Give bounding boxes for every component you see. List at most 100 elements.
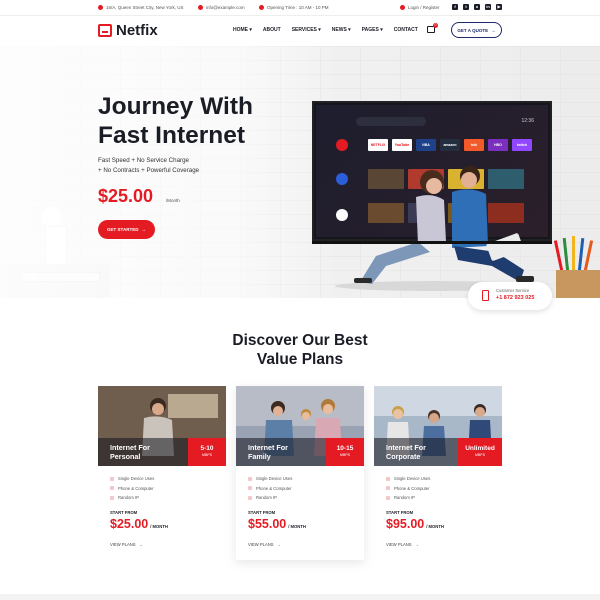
feature-item: Single Device Uses: [110, 474, 154, 484]
customer-service-phone[interactable]: +1 872 923 025: [496, 295, 534, 301]
plan-card-personal: Internet For Personal 5-10 MBPS Single D…: [98, 386, 226, 556]
facebook-icon[interactable]: f: [452, 4, 458, 10]
speed-badge: 10-15 MBPS: [326, 438, 364, 466]
address-text: 16/A, Queen Street City, New York, US: [106, 5, 184, 10]
linkedin-icon[interactable]: in: [485, 4, 491, 10]
check-icon: [386, 495, 390, 500]
arrow-right-icon: →: [491, 27, 496, 33]
email-item[interactable]: info@example.com: [198, 5, 245, 10]
menu-item-news[interactable]: NEWS ▾: [332, 27, 351, 33]
login-item[interactable]: Login / Register: [400, 5, 440, 10]
get-started-label: GET STARTED: [107, 227, 139, 232]
get-started-button[interactable]: GET STARTED →: [98, 220, 155, 239]
twitter-icon[interactable]: t: [463, 4, 469, 10]
customer-service-card[interactable]: Customer Service +1 872 923 025: [468, 282, 552, 310]
hero-subtitle: Fast Speed + No Service Charge + No Cont…: [98, 157, 200, 174]
menu-item-contact[interactable]: CONTACT: [394, 27, 418, 33]
plan-price: $95.00: [386, 517, 425, 531]
plan-price-row: $95.00 / MONTH: [386, 517, 444, 531]
plan-name: Internet For Personal: [110, 443, 150, 461]
feature-list: Single Device Uses Phone & Computer Rand…: [248, 474, 292, 503]
phone-icon: [482, 290, 489, 301]
tv-search-bar: [356, 117, 426, 126]
plan-period: / MONTH: [426, 524, 444, 529]
feature-item: Random IP: [386, 493, 430, 503]
tv-time: 12:36: [521, 118, 534, 124]
hours-item: Opening Time : 10 AM - 10 PM: [259, 5, 329, 10]
hero-price-unit: /Month: [166, 198, 180, 203]
menu-item-services[interactable]: SERVICES ▾: [292, 27, 321, 33]
menu-item-pages[interactable]: PAGES ▾: [362, 27, 383, 33]
plan-price: $25.00: [110, 517, 149, 531]
cart-badge: 0: [433, 23, 438, 28]
plan-name: Internet For Family: [248, 443, 288, 461]
get-quote-label: GET A QUOTE: [457, 27, 489, 33]
hours-text: Opening Time : 10 AM - 10 PM: [267, 5, 329, 10]
view-plans-link[interactable]: VIEW PLANS →: [110, 542, 143, 547]
logo-text: Netfix: [116, 22, 158, 39]
mail-icon: [198, 5, 203, 10]
menu: HOME ▾ ABOUT SERVICES ▾ NEWS ▾ PAGES ▾ C…: [233, 27, 418, 33]
feature-item: Phone & Computer: [110, 484, 154, 494]
plan-period: / MONTH: [150, 524, 168, 529]
plan-price-row: $25.00 / MONTH: [110, 517, 168, 531]
feature-item: Random IP: [248, 493, 292, 503]
hero-title: Journey With Fast Internet: [98, 93, 253, 149]
plans-title: Discover Our Best Value Plans: [232, 332, 368, 368]
speed-badge: Unlimited MBPS: [458, 438, 502, 466]
pencil-cup-decor: [553, 236, 600, 298]
plan-period: / MONTH: [288, 524, 306, 529]
check-icon: [248, 495, 252, 500]
check-icon: [110, 486, 114, 491]
email-text[interactable]: info@example.com: [206, 5, 245, 10]
feature-item: Phone & Computer: [248, 484, 292, 494]
router-logo-icon: [98, 24, 112, 37]
clock-icon: [259, 5, 264, 10]
cart-icon[interactable]: 0: [427, 23, 438, 33]
feature-list: Single Device Uses Phone & Computer Rand…: [110, 474, 154, 503]
couple-photo: [335, 166, 535, 291]
start-from-label: START FROM: [110, 510, 138, 515]
check-icon: [110, 495, 114, 500]
get-quote-button[interactable]: GET A QUOTE →: [451, 22, 502, 38]
main-nav: Netfix HOME ▾ ABOUT SERVICES ▾ NEWS ▾ PA…: [0, 16, 600, 46]
user-icon: [400, 5, 405, 10]
plan-name: Internet For Corporate: [386, 443, 426, 461]
address-item: 16/A, Queen Street City, New York, US: [98, 5, 183, 10]
login-link[interactable]: Login / Register: [408, 5, 440, 10]
arrow-right-icon: →: [141, 227, 146, 232]
menu-item-home[interactable]: HOME ▾: [233, 27, 252, 33]
hero: Journey With Fast Internet Fast Speed + …: [0, 46, 600, 298]
feature-list: Single Device Uses Phone & Computer Rand…: [386, 474, 430, 503]
logo[interactable]: Netfix: [98, 22, 158, 39]
arrow-right-icon: →: [276, 542, 281, 547]
location-icon: [98, 5, 103, 10]
view-plans-link[interactable]: VIEW PLANS →: [386, 542, 419, 547]
customer-service-label: Customer Service: [496, 288, 530, 293]
view-plans-link[interactable]: VIEW PLANS →: [248, 542, 281, 547]
plan-card-corporate: Internet For Corporate Unlimited MBPS Si…: [374, 386, 502, 556]
arrow-right-icon: →: [414, 542, 419, 547]
plan-price: $55.00: [248, 517, 287, 531]
feature-item: Single Device Uses: [386, 474, 430, 484]
hero-price: $25.00: [98, 186, 154, 206]
menu-item-about[interactable]: ABOUT: [263, 27, 281, 33]
check-icon: [386, 486, 390, 491]
check-icon: [110, 476, 114, 481]
feature-item: Single Device Uses: [248, 474, 292, 484]
check-icon: [248, 476, 252, 481]
feature-item: Random IP: [110, 493, 154, 503]
tv-stand: [312, 241, 552, 244]
top-bar: 16/A, Queen Street City, New York, US in…: [0, 0, 600, 16]
plan-price-row: $55.00 / MONTH: [248, 517, 306, 531]
feature-item: Phone & Computer: [386, 484, 430, 494]
social-links: f t o in ▶: [452, 4, 502, 10]
arrow-right-icon: →: [138, 542, 143, 547]
start-from-label: START FROM: [248, 510, 276, 515]
check-icon: [386, 476, 390, 481]
speed-badge: 5-10 MBPS: [188, 438, 226, 466]
check-icon: [248, 486, 252, 491]
start-from-label: START FROM: [386, 510, 414, 515]
youtube-icon[interactable]: ▶: [496, 4, 502, 10]
instagram-icon[interactable]: o: [474, 4, 480, 10]
